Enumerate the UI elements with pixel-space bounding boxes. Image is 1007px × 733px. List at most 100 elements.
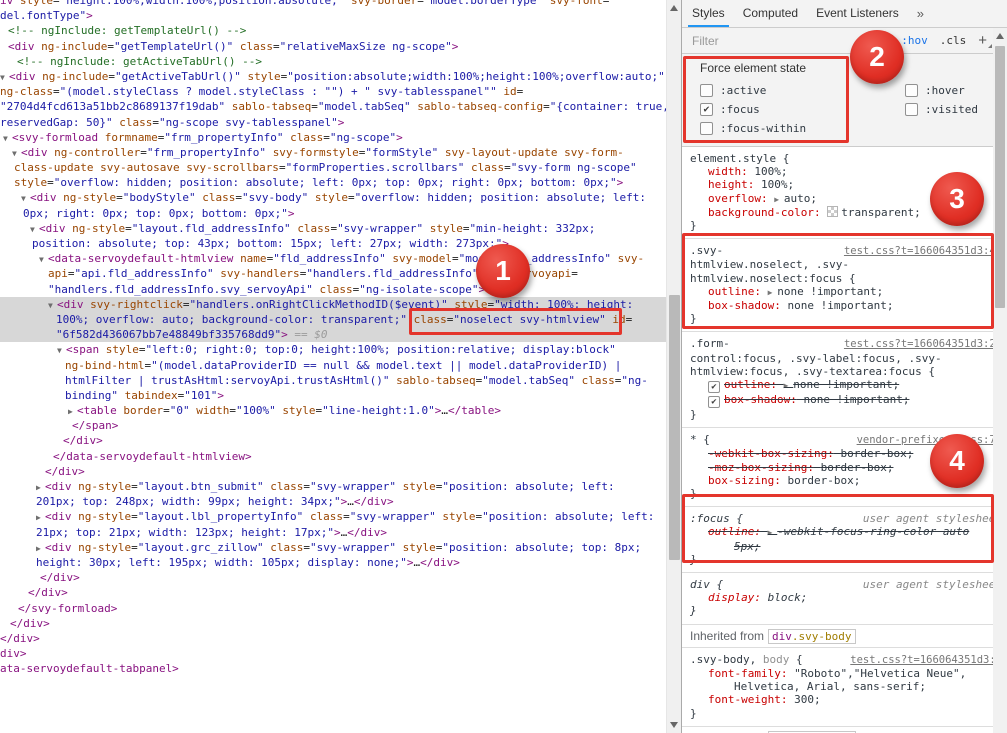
stylesheet-origin-label: user agent stylesheet bbox=[862, 578, 1002, 592]
dom-tree-row[interactable]: ▶ <div ng-style="layout.lbl_propertyInfo"… bbox=[0, 509, 666, 524]
scroll-up-icon[interactable] bbox=[996, 33, 1004, 39]
dom-tree-row[interactable]: </span> bbox=[0, 418, 666, 433]
tab-computed[interactable]: Computed bbox=[743, 0, 798, 27]
dom-tree-row[interactable]: 0px; right: 0px; top: 0px; bottom: 0px;"… bbox=[0, 206, 666, 221]
expand-arrow-open-icon[interactable]: ▼ bbox=[3, 131, 12, 146]
dom-tree-row[interactable]: ng-class="(model.styleClass ? model.styl… bbox=[0, 84, 666, 99]
dom-tree-row[interactable]: div> bbox=[0, 646, 666, 661]
stylesheet-link[interactable]: test.css?t=166064351d3:3 bbox=[850, 654, 1002, 667]
more-tabs-icon[interactable]: » bbox=[917, 6, 924, 21]
rule-selector[interactable]: htmlview:focus, .svy-textarea:focus { bbox=[690, 365, 1002, 378]
new-style-rule-button[interactable]: + bbox=[978, 32, 992, 49]
css-property-display[interactable]: display: block; bbox=[690, 591, 1002, 604]
inherited-node-link[interactable]: div.svy-body bbox=[768, 628, 856, 644]
sidebar-tab-bar: Styles Computed Event Listeners » bbox=[682, 0, 1007, 28]
css-property-value-wrap: Helvetica, Arial, sans-serif; bbox=[734, 680, 927, 694]
annotation-circle-1: 1 bbox=[476, 244, 530, 298]
dom-tree-row[interactable]: style="overflow: hidden; position: absol… bbox=[0, 175, 666, 190]
expand-arrow-open-icon[interactable]: ▼ bbox=[12, 146, 21, 161]
dom-tree-row[interactable]: </div> bbox=[0, 585, 666, 600]
dom-tree-row[interactable]: "2704d4fcd613a51bb2c8689137f19dab" sablo… bbox=[0, 99, 666, 114]
stylesheet-link[interactable]: vendor-prefixes.less:77 bbox=[857, 434, 1002, 447]
dom-tree-row[interactable]: </data-servoydefault-htmlview> bbox=[0, 449, 666, 464]
dom-tree-row[interactable]: ▼ <span style="left:0; right:0; top:0; he… bbox=[0, 342, 666, 357]
styles-scrollbar[interactable] bbox=[993, 28, 1007, 733]
expand-arrow-closed-icon[interactable]: ▶ bbox=[36, 541, 45, 556]
rule-selector[interactable]: div {user agent stylesheet bbox=[690, 578, 1002, 591]
dom-tree-row[interactable]: htmlFilter | trustAsHtml:servoyApi.trust… bbox=[0, 373, 666, 388]
dom-tree-row[interactable]: del.fontType"> bbox=[0, 8, 666, 23]
dom-tree-row[interactable]: 201px; top: 248px; width: 99px; height: … bbox=[0, 494, 666, 509]
scrollbar-thumb[interactable] bbox=[669, 295, 680, 560]
css-property-font-family[interactable]: font-family: "Roboto","Helvetica Neue", bbox=[690, 667, 1002, 680]
dom-tree-row[interactable]: ▼ <div ng-style="bodyStyle" class="svy-bo… bbox=[0, 190, 666, 205]
dom-tree-row[interactable]: ng-bind-html="(model.dataProviderID == n… bbox=[0, 358, 666, 373]
dom-tree-row[interactable]: </svy-formload> bbox=[0, 601, 666, 616]
dom-tree-row[interactable]: <!-- ngInclude: getTemplateUrl() --> bbox=[0, 23, 666, 38]
dom-tree-row[interactable]: ▶ <div ng-style="layout.grc_zillow" class… bbox=[0, 540, 666, 555]
rule-selector[interactable]: .svy-body, body {test.css?t=166064351d3:… bbox=[690, 653, 1002, 667]
expand-arrow-closed-icon[interactable]: ▶ bbox=[68, 404, 77, 419]
dom-tree-row[interactable]: </div> bbox=[0, 616, 666, 631]
scroll-up-icon[interactable] bbox=[670, 5, 678, 11]
dom-tree-row[interactable]: iv style="height:100%;width:100%;positio… bbox=[0, 0, 666, 8]
dom-tree-row[interactable]: ata-servoydefault-tabpanel> bbox=[0, 661, 666, 676]
property-checkbox-checked-icon[interactable]: ✔ bbox=[708, 396, 720, 409]
expand-arrow-open-icon[interactable]: ▼ bbox=[21, 191, 30, 206]
css-property-box-shadow[interactable]: ✔ box-shadow: none !important; bbox=[690, 393, 1002, 409]
dom-tree-row[interactable]: height: 30px; left: 195px; width: 105px;… bbox=[0, 555, 666, 570]
dom-tree-row[interactable]: 21px; top: 21px; width: 123px; height: 1… bbox=[0, 525, 666, 540]
scroll-down-icon[interactable] bbox=[670, 722, 678, 728]
dom-tree-row[interactable]: ▼ <div ng-include="getActiveTabUrl()" sty… bbox=[0, 69, 666, 84]
elements-scrollbar[interactable] bbox=[666, 0, 682, 733]
property-checkbox-checked-icon[interactable]: ✔ bbox=[708, 381, 720, 394]
checkbox-unchecked-icon[interactable] bbox=[905, 84, 918, 97]
dom-tree-row[interactable]: class-update svy-autosave svy-scrollbars… bbox=[0, 160, 666, 175]
expand-arrow-open-icon[interactable]: ▼ bbox=[57, 343, 66, 358]
dom-tree-row[interactable]: binding" tabindex="101"> bbox=[0, 388, 666, 403]
dom-tree-row[interactable]: position: absolute; top: 43px; bottom: 1… bbox=[0, 236, 666, 251]
dom-tree-row[interactable]: ▼ <svy-formload formname="frm_propertyInf… bbox=[0, 130, 666, 145]
dom-tree-row[interactable]: "handlers.fld_addressInfo.svy_servoyApi"… bbox=[0, 282, 666, 297]
toggle-element-state-button[interactable]: :hov bbox=[901, 34, 928, 47]
expand-arrow-open-icon[interactable]: ▼ bbox=[39, 252, 48, 267]
force-state-option-visited[interactable]: :visited bbox=[905, 100, 1007, 119]
rule-close-brace: } bbox=[690, 604, 697, 618]
dom-tree-row[interactable]: ▼ <div ng-controller="frm_propertyInfo" s… bbox=[0, 145, 666, 160]
tab-styles[interactable]: Styles bbox=[688, 0, 729, 27]
css-rule-div-ua: div {user agent stylesheet display: block… bbox=[682, 573, 1007, 625]
dom-tree-row[interactable]: ▼ <div ng-style="layout.fld_addressInfo" … bbox=[0, 221, 666, 236]
dom-tree-row[interactable]: api="api.fld_addressInfo" svy-handlers="… bbox=[0, 266, 666, 281]
checkbox-unchecked-icon[interactable] bbox=[905, 103, 918, 116]
expand-arrow-open-icon[interactable]: ▼ bbox=[30, 222, 39, 237]
stylesheet-link[interactable]: test.css?t=166064351d3:23 bbox=[844, 338, 1002, 351]
dom-tree-row[interactable]: ▶ <table border="0" width="100%" style="l… bbox=[0, 403, 666, 418]
expand-value-icon[interactable]: ▶ bbox=[784, 381, 794, 390]
css-property-outline[interactable]: ✔ outline: ▶ none !important; bbox=[690, 378, 1002, 394]
dom-tree-row[interactable]: </div> bbox=[0, 631, 666, 646]
dom-tree-row[interactable]: <div ng-include="getTemplateUrl()" class… bbox=[0, 39, 666, 54]
expand-arrow-open-icon[interactable]: ▼ bbox=[0, 70, 9, 85]
dom-tree-row[interactable]: ▼ <data-servoydefault-htmlview name="fld_… bbox=[0, 251, 666, 266]
annotation-circle-3: 3 bbox=[930, 172, 984, 226]
dom-tree-row[interactable]: <!-- ngInclude: getActiveTabUrl() --> bbox=[0, 54, 666, 69]
dom-tree-row[interactable]: </div> bbox=[0, 433, 666, 448]
rule-selector[interactable]: .form-test.css?t=166064351d3:23 bbox=[690, 337, 1002, 351]
expand-arrow-closed-icon[interactable]: ▶ bbox=[36, 510, 45, 525]
filter-input[interactable]: Filter bbox=[692, 34, 719, 48]
rule-selector[interactable]: control:focus, .svy-label:focus, .svy- bbox=[690, 352, 1002, 365]
tab-event-listeners[interactable]: Event Listeners bbox=[816, 0, 899, 27]
dom-tree-row[interactable]: ▶ <div ng-style="layout.btn_submit" class… bbox=[0, 479, 666, 494]
expand-arrow-open-icon[interactable]: ▼ bbox=[48, 298, 57, 313]
dom-tree-row[interactable]: </div> bbox=[0, 570, 666, 585]
scrollbar-thumb[interactable] bbox=[995, 46, 1005, 308]
element-classes-button[interactable]: .cls bbox=[940, 34, 967, 47]
expand-value-icon[interactable]: ▶ bbox=[774, 195, 784, 204]
css-property-font-weight[interactable]: font-weight: 300; bbox=[690, 693, 1002, 706]
dom-tree-row[interactable]: </div> bbox=[0, 464, 666, 479]
color-swatch-transparent-icon[interactable] bbox=[827, 205, 839, 217]
force-state-option-hover[interactable]: :hover bbox=[905, 81, 1007, 100]
rule-selector[interactable]: element.style { bbox=[690, 152, 1002, 165]
expand-arrow-closed-icon[interactable]: ▶ bbox=[36, 480, 45, 495]
dom-tree-row[interactable]: reservedGap: 50}" class="ng-scope svy-ta… bbox=[0, 115, 666, 130]
